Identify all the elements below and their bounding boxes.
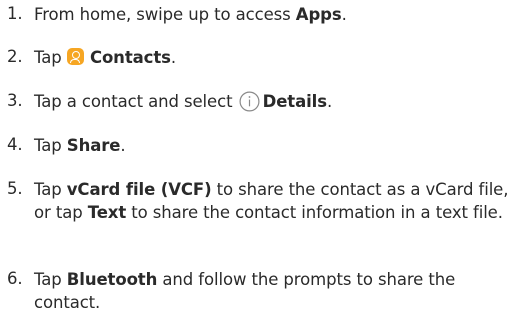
share-label: Share [66,136,121,155]
contacts-app-icon [66,48,84,65]
step-text: Tap Share. [34,136,126,155]
step-text: From home, swipe up to access Apps. [34,5,347,24]
step-text: Tap vCard file (VCF) to share the contac… [34,180,509,222]
step-number: 1. [7,4,23,23]
apps-label: Apps [295,5,342,24]
instruction-list: 1. From home, swipe up to access Apps. 2… [0,0,522,333]
details-label: Details [262,92,327,111]
step-text: Tap Contacts. [34,48,176,67]
step-text: Tap Bluetooth and follow the prompts to … [34,270,456,312]
step-text: Tap a contact and select Details. [34,91,333,112]
info-icon [239,91,260,112]
step-number: 3. [7,91,23,110]
contacts-label: Contacts [89,48,171,67]
step-number: 2. [7,47,23,66]
text-label: Text [87,203,127,222]
step-number: 6. [7,269,23,288]
step-number: 5. [7,179,23,198]
step-number: 4. [7,135,23,154]
bluetooth-label: Bluetooth [66,270,158,289]
vcard-file-label: vCard file (VCF) [66,180,212,199]
